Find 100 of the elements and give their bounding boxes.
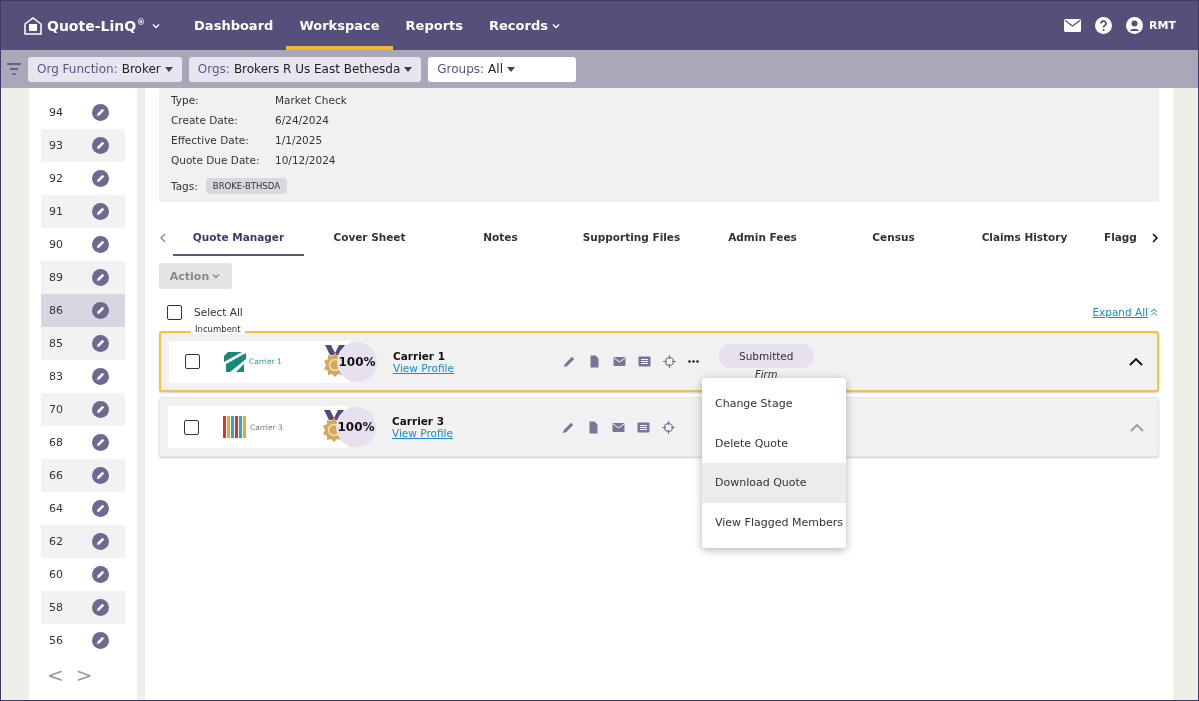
tab[interactable]: Census	[828, 220, 959, 256]
nav-tab[interactable]: Records	[476, 1, 574, 50]
edit-icon[interactable]	[92, 599, 109, 616]
checkbox[interactable]	[184, 419, 199, 435]
document-icon[interactable]	[588, 355, 601, 368]
record-number: 90	[49, 238, 63, 251]
tab[interactable]: Flagg	[1090, 220, 1137, 256]
mail-icon[interactable]	[612, 420, 625, 434]
status-text: Firm	[755, 368, 778, 380]
select-all-label: Select All	[194, 306, 243, 318]
record-row[interactable]: 93	[41, 129, 125, 162]
record-number: 89	[49, 271, 63, 284]
tab[interactable]: Admin Fees	[697, 220, 828, 256]
mail-icon[interactable]	[613, 355, 626, 368]
menu-item[interactable]: Change Stage	[702, 384, 846, 424]
record-row[interactable]: 70	[41, 393, 125, 426]
tags-label: Tags:	[171, 180, 198, 192]
detail-label: Create Date:	[171, 114, 239, 126]
tab[interactable]: Quote Manager	[173, 220, 304, 256]
carrier-name: Carrier 3	[392, 415, 445, 427]
edit-icon[interactable]	[92, 434, 109, 451]
record-row[interactable]: 85	[41, 327, 125, 360]
detail-label: Effective Date:	[171, 134, 250, 146]
tab[interactable]: Claims History	[959, 220, 1090, 256]
detail-value: 1/1/2025	[275, 134, 324, 146]
record-row[interactable]: 66	[41, 459, 125, 492]
tab[interactable]: Notes	[435, 220, 566, 256]
caret-icon	[164, 66, 173, 72]
menu-item[interactable]: Delete Quote	[702, 423, 846, 463]
record-number: 86	[49, 304, 63, 317]
record-number: 93	[49, 139, 63, 152]
crosshair-icon[interactable]	[663, 355, 676, 368]
edit-icon[interactable]	[92, 104, 109, 121]
record-number: 91	[49, 205, 63, 218]
mail-icon[interactable]	[1064, 19, 1082, 32]
record-number: 60	[49, 568, 63, 581]
filter-icon[interactable]	[7, 63, 21, 75]
edit-icon[interactable]	[92, 533, 109, 550]
nav-tab[interactable]: Reports	[392, 1, 476, 50]
record-number: 85	[49, 337, 63, 350]
detail-value: 10/12/2024	[275, 154, 337, 166]
carrier-name: Carrier 1	[393, 349, 446, 362]
edit-icon[interactable]	[92, 203, 109, 220]
caret-icon	[404, 66, 413, 72]
nav-tab[interactable]: Dashboard	[181, 1, 287, 50]
record-number: 66	[49, 469, 63, 482]
logo-icon	[224, 349, 246, 374]
edit-icon[interactable]	[92, 368, 109, 385]
filter-dropdown[interactable]: Groups: All	[428, 56, 577, 82]
edit-icon[interactable]	[92, 500, 109, 517]
filter-dropdown[interactable]: Org Function: Broker	[28, 56, 182, 82]
filter-dropdown[interactable]: Orgs: Brokers R Us East Bethesda	[188, 56, 422, 82]
caret-icon	[507, 66, 515, 72]
edit-icon[interactable]	[92, 566, 109, 583]
record-row[interactable]: 89	[41, 261, 125, 294]
detail-value: Market Check	[275, 94, 348, 106]
detail-value: 6/24/2024	[275, 114, 330, 126]
detail-label: Quote Due Date:	[171, 154, 261, 166]
record-row[interactable]: 91	[41, 195, 125, 228]
chevron-up-icon	[1130, 423, 1144, 432]
crosshair-icon[interactable]	[662, 420, 675, 434]
list-icon[interactable]	[637, 420, 650, 434]
record-number: 58	[49, 601, 63, 614]
app-brand[interactable]: Quote-LinQ®	[47, 17, 146, 34]
chevron-up-icon	[1129, 358, 1143, 366]
document-icon[interactable]	[587, 420, 600, 434]
pencil-icon[interactable]	[563, 355, 576, 368]
edit-icon[interactable]	[92, 236, 109, 253]
pencil-icon[interactable]	[562, 420, 575, 434]
record-row[interactable]: 86	[41, 294, 125, 327]
record-number: 94	[49, 106, 63, 119]
record-row[interactable]: 62	[41, 525, 125, 558]
checkbox[interactable]	[185, 354, 200, 369]
help-icon[interactable]	[1095, 17, 1113, 34]
chevron-left-icon[interactable]	[159, 233, 167, 243]
edit-icon[interactable]	[92, 401, 109, 418]
checkbox[interactable]	[167, 304, 182, 320]
tab[interactable]: Supporting Files	[566, 220, 697, 256]
edit-icon[interactable]	[92, 137, 109, 154]
record-number: 64	[49, 502, 63, 515]
score-badge: 100%	[337, 341, 377, 382]
edit-icon[interactable]	[92, 632, 109, 649]
edit-icon[interactable]	[92, 170, 109, 187]
detail-label: Type:	[171, 94, 200, 106]
tab[interactable]: Cover Sheet	[304, 220, 435, 256]
expand-all-link[interactable]: Expand All	[1092, 306, 1159, 318]
user-initials[interactable]: RMT	[1149, 19, 1176, 32]
logo-icon	[223, 415, 247, 439]
menu-item[interactable]: Download Quote	[702, 463, 846, 503]
record-number: 70	[49, 403, 63, 416]
edit-icon[interactable]	[92, 467, 109, 484]
chevron-right-icon[interactable]	[1151, 233, 1159, 243]
edit-icon[interactable]	[92, 269, 109, 286]
record-row[interactable]: 58	[41, 591, 125, 624]
user-icon[interactable]	[1126, 17, 1144, 34]
menu-item[interactable]: View Flagged Members	[702, 502, 846, 542]
more-icon[interactable]	[688, 360, 699, 363]
edit-icon[interactable]	[92, 335, 109, 352]
edit-icon[interactable]	[92, 302, 109, 319]
list-icon[interactable]	[638, 355, 651, 368]
